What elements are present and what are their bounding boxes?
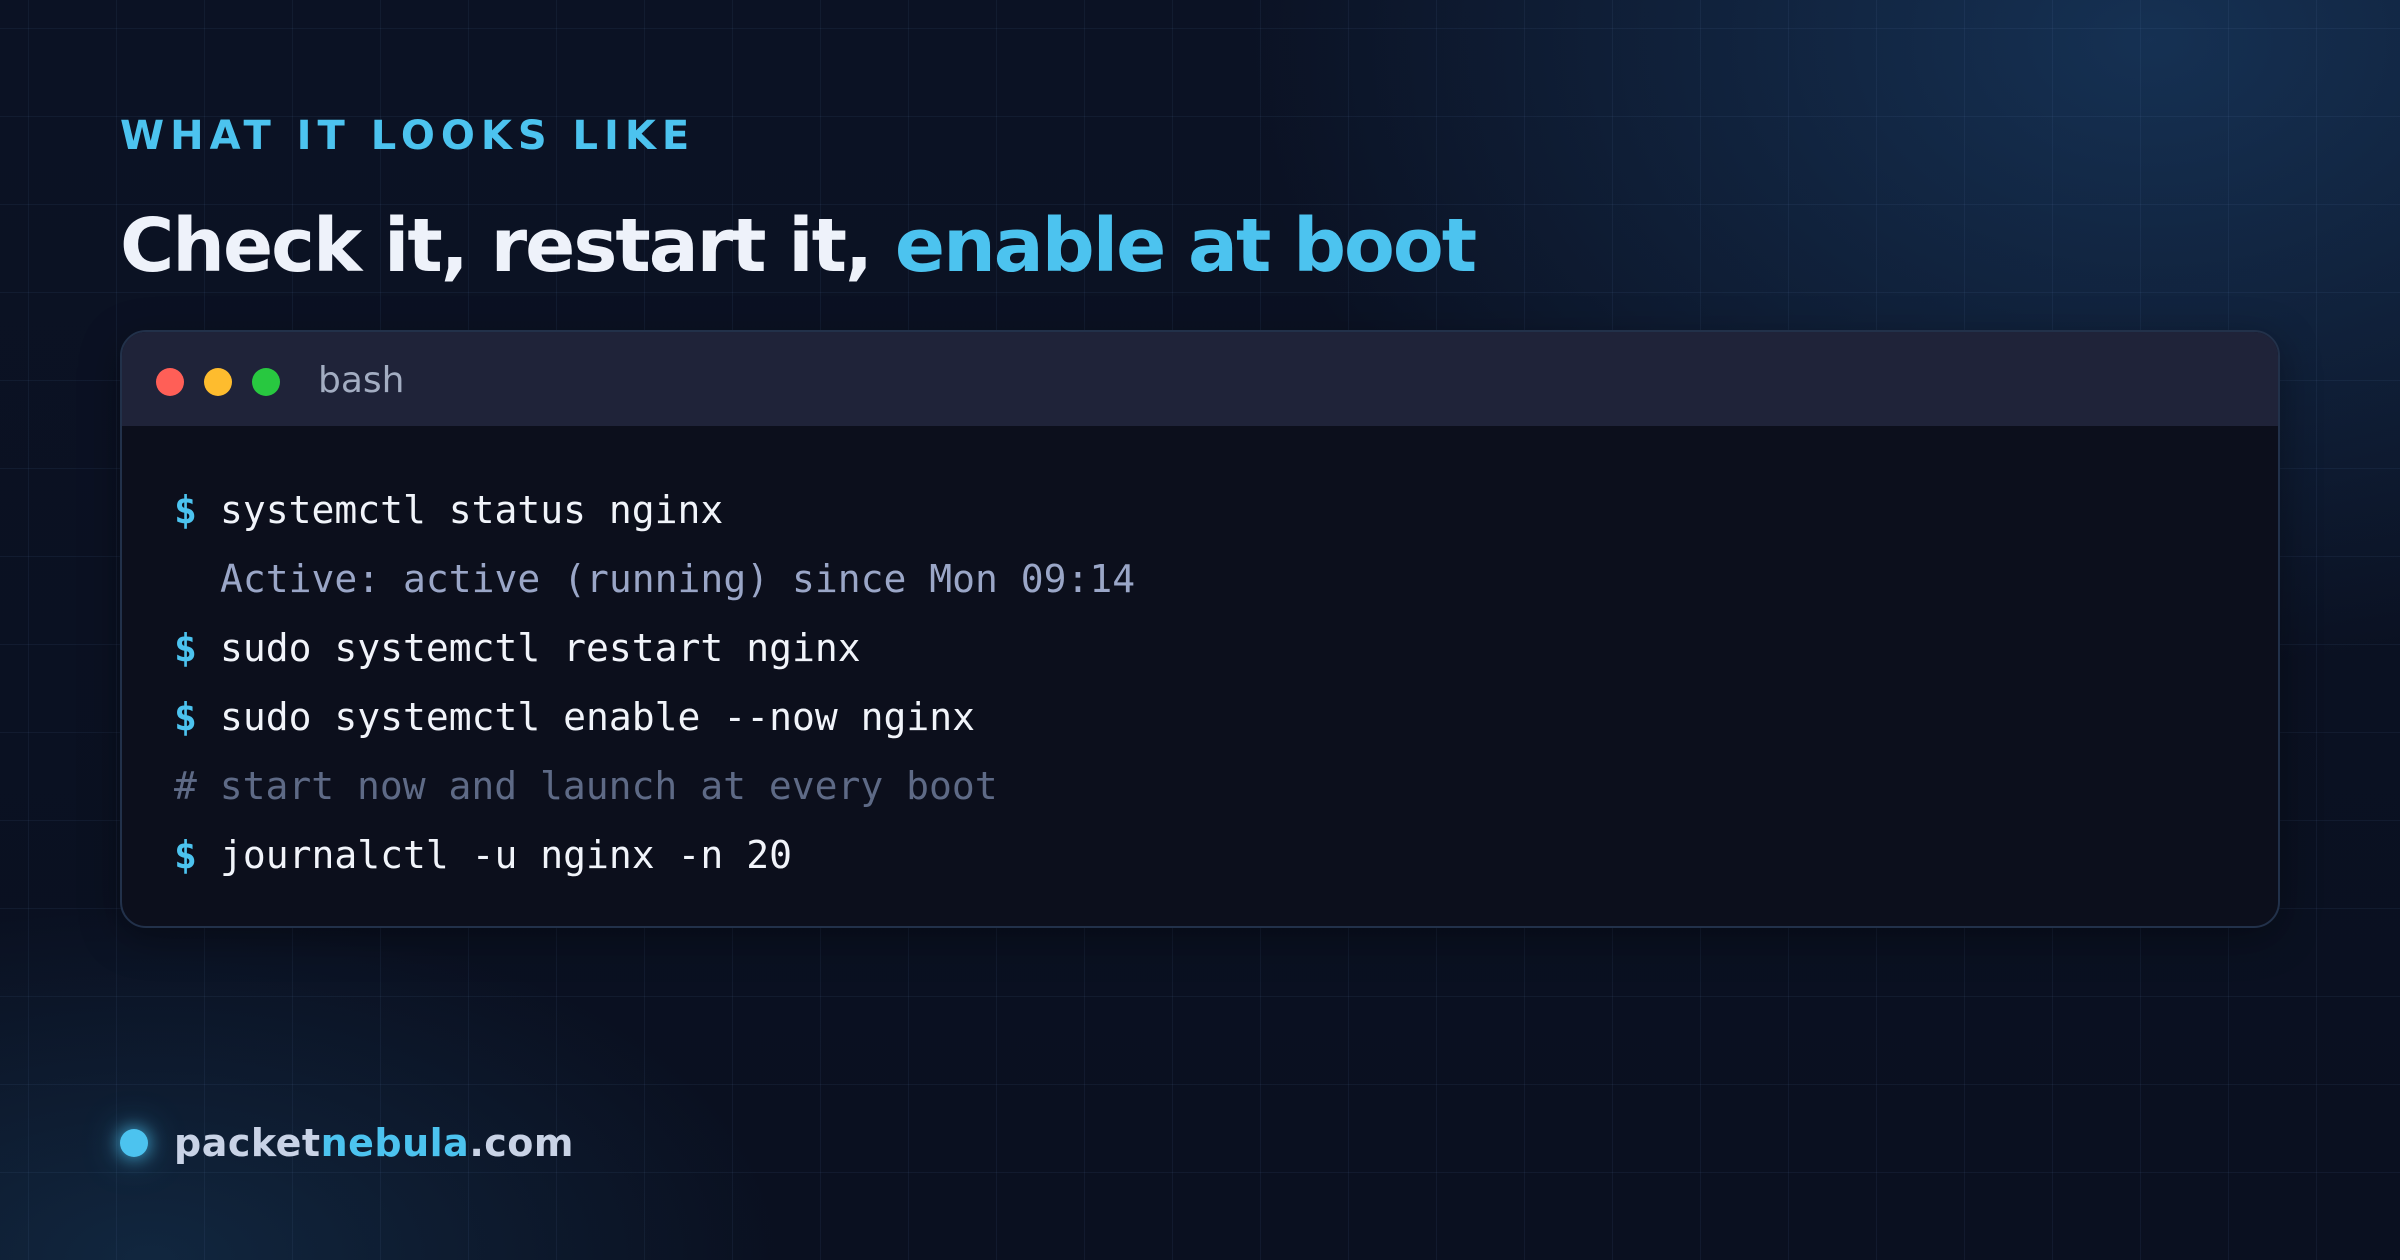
- terminal-body[interactable]: $ systemctl status nginx Active: active (…: [122, 426, 2278, 890]
- command-text: sudo systemctl enable --now nginx: [220, 695, 975, 739]
- brand-dot-icon: [120, 1129, 148, 1157]
- terminal-tab-label: bash: [318, 360, 405, 401]
- eyebrow-label: WHAT IT LOOKS LIKE: [120, 113, 696, 159]
- brand-domain-tld: .com: [469, 1121, 574, 1165]
- brand-domain[interactable]: packetnebula.com: [174, 1121, 574, 1165]
- terminal-line: $ systemctl status nginx: [174, 476, 2278, 545]
- close-window-dot[interactable]: [156, 368, 184, 396]
- brand-domain-highlight: nebula: [320, 1121, 470, 1165]
- terminal-titlebar: bash: [122, 332, 2278, 426]
- terminal-line: $ sudo systemctl restart nginx: [174, 614, 2278, 683]
- prompt-symbol: $: [174, 695, 197, 739]
- brand-domain-part1: packet: [174, 1121, 321, 1165]
- output-text: Active: active (running) since Mon 09:14: [220, 557, 1136, 601]
- command-text: sudo systemctl restart nginx: [220, 626, 861, 670]
- comment-text: # start now and launch at every boot: [174, 764, 998, 808]
- command-text: systemctl status nginx: [220, 488, 724, 532]
- page-title: Check it, restart it, enable at boot: [120, 196, 1477, 296]
- terminal-window: bash $ systemctl status nginx Active: act…: [120, 330, 2280, 928]
- maximize-window-dot[interactable]: [252, 368, 280, 396]
- command-text: journalctl -u nginx -n 20: [220, 833, 792, 877]
- terminal-line: Active: active (running) since Mon 09:14: [174, 545, 2278, 614]
- page-title-main: Check it, restart it,: [120, 203, 895, 289]
- minimize-window-dot[interactable]: [204, 368, 232, 396]
- prompt-symbol: $: [174, 626, 197, 670]
- page-title-accent: enable at boot: [894, 203, 1477, 289]
- terminal-line: $ sudo systemctl enable --now nginx: [174, 683, 2278, 752]
- prompt-symbol: $: [174, 833, 197, 877]
- terminal-line: $ journalctl -u nginx -n 20: [174, 821, 2278, 890]
- prompt-symbol: $: [174, 488, 197, 532]
- terminal-line: # start now and launch at every boot: [174, 752, 2278, 821]
- brand: packetnebula.com: [120, 1118, 574, 1168]
